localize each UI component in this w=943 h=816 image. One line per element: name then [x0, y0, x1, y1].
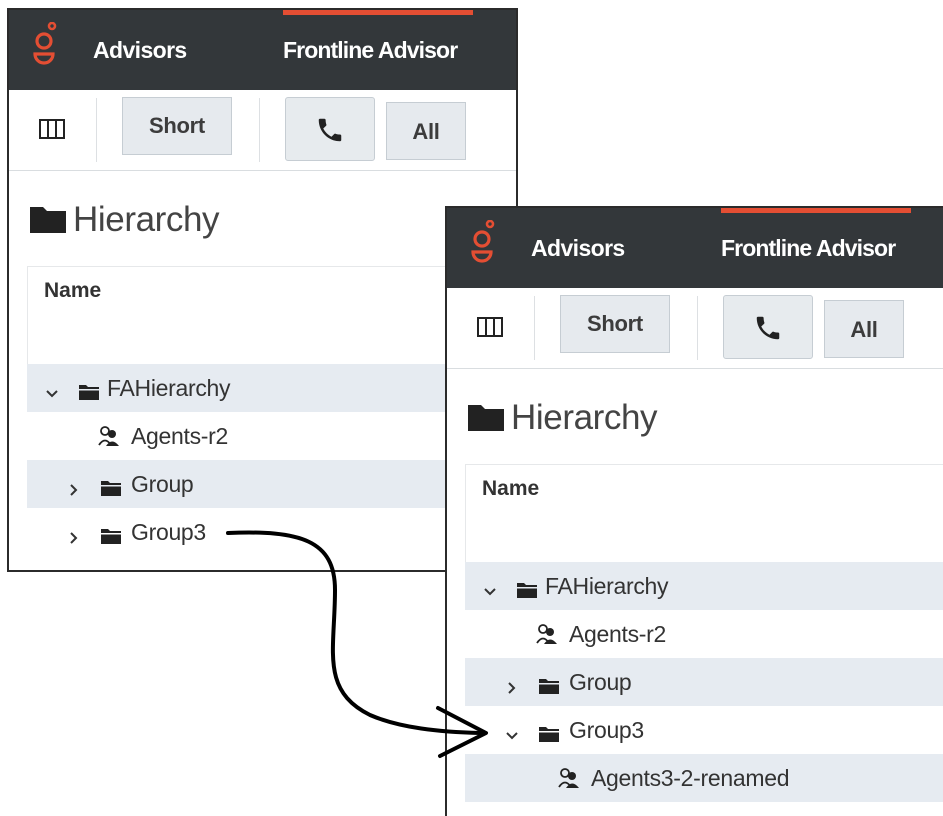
tree-row-label: Agents3-2-renamed: [591, 765, 790, 791]
agent-group-icon: [535, 623, 559, 651]
chevron-right-icon[interactable]: [505, 674, 519, 701]
folder-icon: [101, 523, 121, 550]
tree-row-group3[interactable]: Group3: [27, 508, 516, 556]
chevron-down-icon[interactable]: [483, 578, 497, 605]
nav-frontline-advisor[interactable]: Frontline Advisor: [721, 208, 896, 288]
column-header-name[interactable]: Name: [465, 464, 943, 563]
hierarchy-tree: FAHierarchy Agents-r2 Group: [27, 364, 516, 556]
tree-row-fahierarchy[interactable]: FAHierarchy: [27, 364, 516, 412]
tree-row-agents-r2[interactable]: Agents-r2: [465, 610, 943, 658]
top-nav-bar: Advisors Frontline Advisor: [447, 208, 943, 288]
genesys-logo-icon[interactable]: [471, 219, 497, 273]
toolbar: Short All: [447, 288, 943, 369]
short-view-button[interactable]: Short: [560, 295, 670, 353]
column-header-label: Name: [44, 279, 102, 302]
nav-advisors[interactable]: Advisors: [93, 10, 187, 90]
all-media-button[interactable]: All: [824, 300, 904, 358]
phone-icon: [756, 316, 780, 340]
top-nav-bar: Advisors Frontline Advisor: [9, 10, 516, 90]
panel-after: Advisors Frontline Advisor Short All Hie…: [445, 206, 943, 816]
tree-row-agents-r2[interactable]: Agents-r2: [27, 412, 516, 460]
tree-row-group3[interactable]: Group3: [465, 706, 943, 754]
nav-advisors[interactable]: Advisors: [531, 208, 625, 288]
tree-row-group[interactable]: Group: [465, 658, 943, 706]
tree-row-label: Group3: [131, 519, 206, 545]
tree-row-label: Agents-r2: [131, 423, 229, 449]
tree-row-label: FAHierarchy: [545, 573, 669, 599]
short-view-button[interactable]: Short: [122, 97, 232, 155]
folder-icon: [101, 475, 121, 502]
toolbar: Short All: [9, 90, 516, 171]
folder-icon: [539, 673, 559, 700]
tree-row-label: FAHierarchy: [107, 375, 231, 401]
agent-group-icon: [557, 767, 581, 795]
folder-icon: [539, 721, 559, 748]
hierarchy-tree: FAHierarchy Agents-r2 Group: [465, 562, 943, 802]
chevron-right-icon[interactable]: [67, 476, 81, 503]
tree-row-label: Group3: [569, 717, 644, 743]
voice-channel-button[interactable]: [285, 97, 375, 161]
toolbar-divider: [96, 98, 97, 162]
tree-row-label: Group: [569, 669, 632, 695]
agent-group-icon: [97, 425, 121, 453]
page-title: Hierarchy: [73, 200, 220, 239]
genesys-logo-icon[interactable]: [33, 21, 59, 75]
panel-before: Advisors Frontline Advisor Short All Hie…: [7, 8, 518, 572]
tree-row-fahierarchy[interactable]: FAHierarchy: [465, 562, 943, 610]
page-title: Hierarchy: [511, 398, 658, 437]
chevron-down-icon[interactable]: [45, 380, 59, 407]
column-header-label: Name: [482, 477, 540, 500]
tree-row-label: Agents-r2: [569, 621, 667, 647]
columns-icon[interactable]: [477, 317, 503, 342]
nav-frontline-advisor[interactable]: Frontline Advisor: [283, 10, 458, 90]
voice-channel-button[interactable]: [723, 295, 813, 359]
all-media-button[interactable]: All: [386, 102, 466, 160]
toolbar-divider: [259, 98, 260, 162]
folder-icon: [517, 577, 537, 604]
columns-icon[interactable]: [39, 119, 65, 144]
chevron-down-icon[interactable]: [505, 722, 519, 749]
folder-icon: [79, 379, 99, 406]
toolbar-divider: [697, 296, 698, 360]
phone-icon: [318, 118, 342, 142]
toolbar-divider: [534, 296, 535, 360]
tree-row-agents3-2-renamed[interactable]: Agents3-2-renamed: [465, 754, 943, 802]
chevron-right-icon[interactable]: [67, 524, 81, 551]
tree-row-group[interactable]: Group: [27, 460, 516, 508]
folder-icon: [467, 402, 505, 437]
folder-icon: [29, 204, 67, 239]
tree-row-label: Group: [131, 471, 194, 497]
